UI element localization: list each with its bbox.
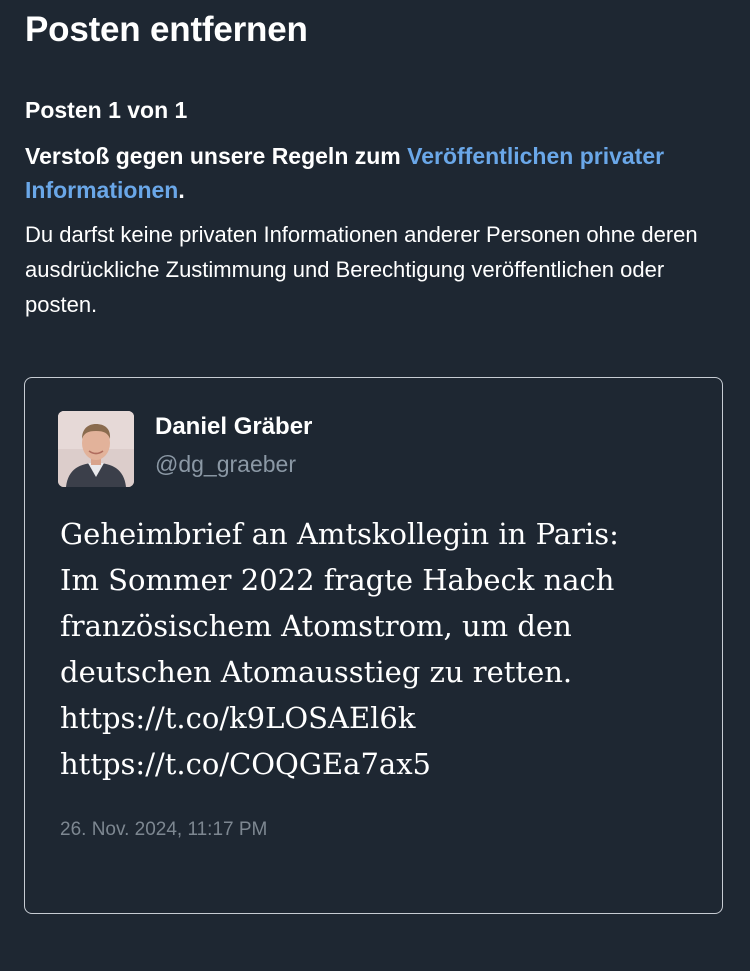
post-timestamp: 26. Nov. 2024, 11:17 PM [60, 819, 268, 840]
avatar [58, 411, 134, 487]
page-title: Posten entfernen [25, 10, 308, 49]
post-counter: Posten 1 von 1 [25, 97, 188, 123]
post-text-line: Im Sommer 2022 fragte Habeck nach [60, 563, 615, 597]
violation-prefix: Verstoß gegen unsere Regeln zum [25, 143, 408, 169]
post-link[interactable]: https://t.co/COQGEa7ax5 [60, 741, 710, 787]
violation-notice: Verstoß gegen unsere Regeln zum Veröffen… [25, 139, 725, 207]
post-text-line: Geheimbrief an Amtskollegin in Paris: [60, 517, 619, 551]
post-text-line: deutschen Atomausstieg zu retten. [60, 655, 573, 689]
post-text: Geheimbrief an Amtskollegin in Paris: Im… [60, 511, 710, 787]
author-handle: @dg_graeber [155, 451, 296, 477]
post-text-line: französischem Atomstrom, um den [60, 609, 572, 643]
removed-post-card: Daniel Gräber @dg_graeber Geheimbrief an… [24, 377, 723, 914]
avatar-portrait-icon [58, 411, 134, 487]
violation-suffix: . [178, 177, 185, 203]
post-link[interactable]: https://t.co/k9LOSAEl6k [60, 695, 710, 741]
violation-explanation: Du darfst keine privaten Informationen a… [25, 222, 698, 317]
author-name: Daniel Gräber [155, 413, 313, 440]
